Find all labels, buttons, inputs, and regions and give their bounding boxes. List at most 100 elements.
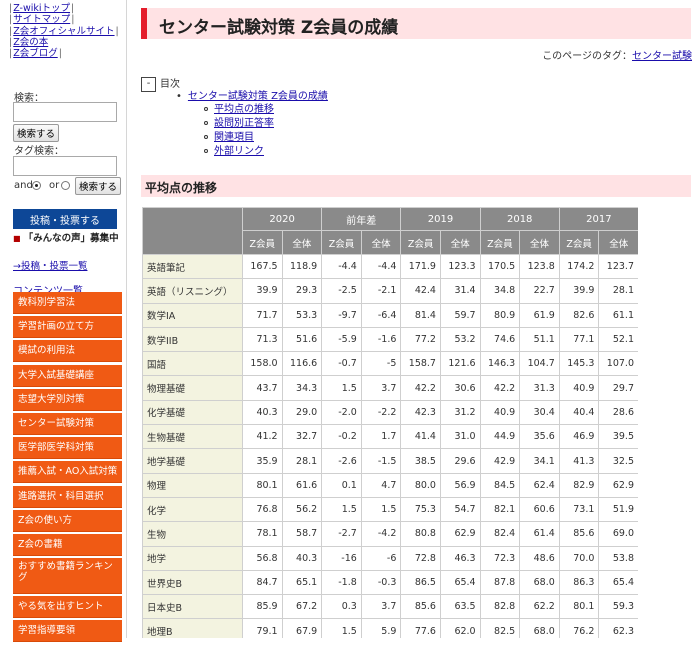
tag-link-center-exam[interactable]: センター試験 <box>632 51 692 62</box>
menu-item-motivation-tips[interactable]: やる気を出すヒント <box>13 596 122 619</box>
score-cell: 5.9 <box>360 618 402 638</box>
minna-no-koe-notice: ■ 「みんなの声」募集中 <box>13 233 125 244</box>
score-cell: 71.3 <box>242 326 283 353</box>
score-cell: 56.2 <box>281 496 323 523</box>
radio-and[interactable] <box>32 181 41 190</box>
score-cell: 75.3 <box>400 496 441 523</box>
post-list-link[interactable]: →投稿・投票一覧 <box>13 258 87 272</box>
score-cell: 53.8 <box>598 545 638 571</box>
menu-item-recommendation-ao[interactable]: 推薦入試・AO入試対策 <box>13 461 122 484</box>
score-cell: 48.6 <box>519 545 560 571</box>
score-cell: 39.5 <box>598 424 638 450</box>
score-cell: 31.0 <box>439 424 481 450</box>
score-cell: -2.5 <box>321 278 362 304</box>
menu-item-zkai-books[interactable]: Z会の書籍 <box>13 533 122 556</box>
menu-item-center-exam[interactable]: センター試験対策 <box>13 412 122 435</box>
score-cell: 62.3 <box>598 618 638 638</box>
score-cell: 29.0 <box>281 399 323 426</box>
subject-cell: 化学基礎 <box>142 399 243 426</box>
score-cell: 31.4 <box>439 278 481 304</box>
score-cell: -9.7 <box>321 302 362 328</box>
score-cell: 40.4 <box>558 399 600 426</box>
search-button[interactable]: 検索する <box>13 124 59 142</box>
score-cell: 72.8 <box>400 545 441 571</box>
menu-item-career-choice[interactable]: 進路選択・科目選択 <box>13 485 122 508</box>
tag-search-label: タグ検索： <box>14 146 64 157</box>
minna-text: 「みんなの声」募集中 <box>23 233 119 244</box>
tag-search-button[interactable]: 検索する <box>75 177 121 195</box>
score-cell: 59.3 <box>598 594 638 620</box>
score-cell: 82.4 <box>479 521 521 547</box>
table-header-blank <box>142 207 243 255</box>
menu-item-curriculum[interactable]: 学習指導要領 <box>13 620 122 643</box>
score-cell: 71.7 <box>242 302 283 328</box>
search-input[interactable] <box>13 102 117 122</box>
menu-item-mock-exam[interactable]: 模試の利用法 <box>13 340 122 363</box>
score-cell: 29.6 <box>439 448 481 474</box>
menu-item-medical-school[interactable]: 医学部医学科対策 <box>13 437 122 460</box>
score-cell: 38.5 <box>400 448 441 474</box>
score-cell: 54.7 <box>439 496 481 523</box>
table-row: 物理基礎 43.7 34.3 1.5 3.7 42.2 30.6 42.2 31.3 40.9 29… <box>142 375 638 401</box>
toc-sub-entry: 平均点の推移 <box>204 100 274 115</box>
table-row: 物理 80.1 61.6 0.1 4.7 80.0 56.9 84.5 62.4 82.9 62.9 <box>142 472 638 498</box>
menu-item-study-plan[interactable]: 学習計画の立て方 <box>13 316 122 339</box>
score-cell: 61.1 <box>598 302 638 328</box>
subject-cell: 物理基礎 <box>142 375 243 401</box>
menu-item-book-ranking[interactable]: おすすめ書籍ランキング <box>13 558 122 595</box>
score-cell: -5.9 <box>321 326 362 353</box>
table-row: 地学 56.8 40.3 -16 -6 72.8 46.3 72.3 48.6 70.0 53.8 <box>142 545 638 571</box>
table-subheader-member: Z会員 <box>242 230 283 255</box>
score-cell: 28.1 <box>598 278 638 304</box>
score-cell: 53.3 <box>281 302 323 328</box>
score-cell: 46.3 <box>439 545 481 571</box>
toc-toggle-button[interactable]: - <box>141 77 156 92</box>
radio-or[interactable] <box>61 181 70 190</box>
link-sitemap[interactable]: サイトマップ <box>13 14 70 25</box>
score-cell: 3.7 <box>360 594 402 620</box>
score-cell: -1.5 <box>360 448 402 474</box>
score-cell: -1.8 <box>321 569 362 596</box>
score-cell: 51.1 <box>519 326 560 353</box>
score-cell: -6.4 <box>360 302 402 328</box>
score-cell: 158.0 <box>242 351 283 377</box>
menu-item-university-strategy[interactable]: 志望大学別対策 <box>13 388 122 411</box>
tag-search-input[interactable] <box>13 156 117 176</box>
menu-item-entrance-basics[interactable]: 大学入試基礎講座 <box>13 364 122 387</box>
score-cell: 42.2 <box>479 375 521 401</box>
bullet-icon: • <box>176 91 182 102</box>
link-zkai-blog[interactable]: Z会ブログ <box>13 48 58 59</box>
score-cell: 76.8 <box>242 496 283 523</box>
score-cell: -4.2 <box>360 521 402 547</box>
toc-link-external[interactable]: 外部リンク <box>214 146 264 157</box>
score-cell: 42.4 <box>400 278 441 304</box>
score-cell: -6 <box>360 545 402 571</box>
table-row: 生物 78.1 58.7 -2.7 -4.2 80.8 62.9 82.4 61.4 85.6 69… <box>142 521 638 547</box>
score-cell: 41.2 <box>242 424 283 450</box>
score-cell: 74.6 <box>479 326 521 353</box>
menu-item-how-to-use-zkai[interactable]: Z会の使い方 <box>13 509 122 532</box>
subject-cell: 生物 <box>142 521 243 547</box>
radio-or-label: or <box>49 180 60 191</box>
score-cell: 35.9 <box>242 448 283 474</box>
radio-and-label: and <box>14 180 33 191</box>
menu-item-subject-study[interactable]: 教科別学習法 <box>13 292 122 314</box>
link-zkai-books[interactable]: Z会の本 <box>13 37 48 48</box>
link-official-site[interactable]: Z会オフィシャルサイト <box>13 26 114 37</box>
subject-cell: 英語筆記 <box>142 253 243 280</box>
table-row: 地理B 79.1 67.9 1.5 5.9 77.6 62.0 82.5 68.0 76.2 62.… <box>142 618 638 638</box>
table-row: 数学IIB 71.3 51.6 -5.9 -1.6 77.2 53.2 74.6 51.1 77.… <box>142 326 638 353</box>
link-zwiki-top[interactable]: Z-wikiトップ <box>13 3 70 14</box>
score-cell: 61.6 <box>281 472 323 498</box>
page-tags: このページのタグ：センター試験 <box>542 47 692 62</box>
score-cell: 34.8 <box>479 278 521 304</box>
table-row: 国語 158.0 116.6 -0.7 -5 158.7 121.6 146.3 104.7 14… <box>142 351 638 377</box>
post-vote-button[interactable]: 投稿・投票する <box>13 209 117 229</box>
score-cell: 0.3 <box>321 594 362 620</box>
score-cell: 121.6 <box>439 351 481 377</box>
score-cell: 80.1 <box>242 472 283 498</box>
score-cell: 60.6 <box>519 496 560 523</box>
table-subheader-all: 全体 <box>598 230 638 255</box>
contents-menu: 教科別学習法 学習計画の立て方 模試の利用法 大学入試基礎講座 志望大学別対策 … <box>13 292 122 645</box>
table-row: 英語筆記 167.5 118.9 -4.4 -4.4 171.9 123.3 170.5 123… <box>142 253 638 280</box>
